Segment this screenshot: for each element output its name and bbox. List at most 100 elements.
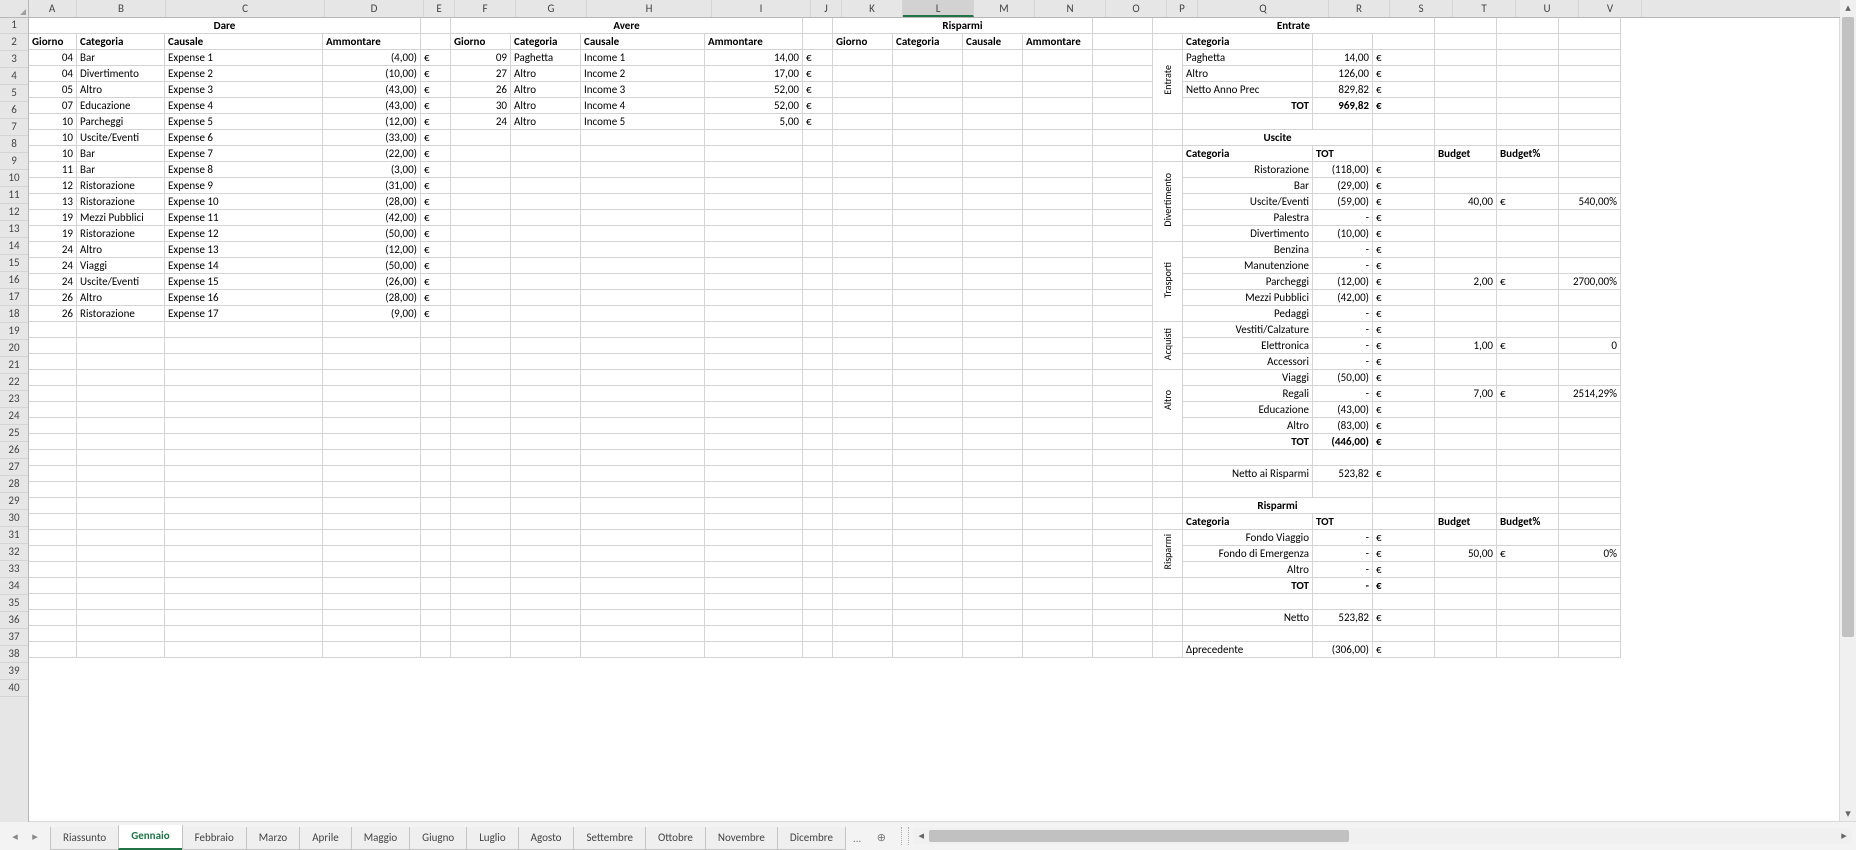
cell-F20[interactable] xyxy=(451,322,511,338)
cell-J36[interactable] xyxy=(803,578,833,594)
cell-N36[interactable] xyxy=(1023,578,1093,594)
cell-Q30[interactable] xyxy=(1183,482,1313,498)
cell-Q27[interactable]: TOT xyxy=(1183,434,1313,450)
cell-L12[interactable] xyxy=(893,194,963,210)
cell-N30[interactable] xyxy=(1023,482,1093,498)
cell-F32[interactable] xyxy=(451,514,511,530)
cell-I4[interactable]: 17,00 xyxy=(705,66,803,82)
cell-F37[interactable] xyxy=(451,594,511,610)
cell-Q40[interactable]: Δprecedente xyxy=(1183,642,1313,658)
col-header-G[interactable]: G xyxy=(516,0,587,17)
cell-G5[interactable]: Altro xyxy=(511,82,581,98)
cell-B35[interactable] xyxy=(77,562,165,578)
cell-H14[interactable] xyxy=(581,226,705,242)
cell-C8[interactable]: Expense 6 xyxy=(165,130,323,146)
cell-E23[interactable] xyxy=(421,370,451,386)
cell-M19[interactable] xyxy=(963,306,1023,322)
cell-B17[interactable]: Uscite/Eventi xyxy=(77,274,165,290)
cell-R29[interactable]: 523,82 xyxy=(1313,466,1373,482)
cell-H25[interactable] xyxy=(581,402,705,418)
cell-A7[interactable]: 10 xyxy=(29,114,77,130)
cell-O40[interactable] xyxy=(1093,642,1153,658)
cell-D21[interactable] xyxy=(323,338,421,354)
cell-N24[interactable] xyxy=(1023,386,1093,402)
cell-D9[interactable]: (22,00) xyxy=(323,146,421,162)
cell-V21[interactable]: 0 xyxy=(1559,338,1621,354)
row-header-8[interactable]: 8 xyxy=(0,136,28,153)
cell-M11[interactable] xyxy=(963,178,1023,194)
cell-S18[interactable]: € xyxy=(1373,290,1435,306)
cell-M20[interactable] xyxy=(963,322,1023,338)
cell-L32[interactable] xyxy=(893,514,963,530)
cell-U37[interactable] xyxy=(1497,594,1559,610)
cell-C15[interactable]: Expense 13 xyxy=(165,242,323,258)
cell-J1[interactable] xyxy=(803,18,833,34)
cell-T40[interactable] xyxy=(1435,642,1497,658)
cell-S33[interactable]: € xyxy=(1373,530,1435,546)
col-header-T[interactable]: T xyxy=(1453,0,1516,17)
cell-I7[interactable]: 5,00 xyxy=(705,114,803,130)
cell-E10[interactable]: € xyxy=(421,162,451,178)
cell-F31[interactable] xyxy=(451,498,511,514)
col-header-I[interactable]: I xyxy=(712,0,811,17)
cell-V19[interactable] xyxy=(1559,306,1621,322)
col-header-O[interactable]: O xyxy=(1106,0,1167,17)
cell-D30[interactable] xyxy=(323,482,421,498)
cell-C5[interactable]: Expense 3 xyxy=(165,82,323,98)
cell-R25[interactable]: (43,00) xyxy=(1313,402,1373,418)
cell-U2[interactable] xyxy=(1497,34,1559,50)
cell-T20[interactable] xyxy=(1435,322,1497,338)
cell-E33[interactable] xyxy=(421,530,451,546)
row-header-17[interactable]: 17 xyxy=(0,289,28,306)
cell-B33[interactable] xyxy=(77,530,165,546)
cell-U17[interactable]: € xyxy=(1497,274,1559,290)
sheet-tab-agosto[interactable]: Agosto xyxy=(518,827,575,850)
cell-H5[interactable]: Income 3 xyxy=(581,82,705,98)
cell-G11[interactable] xyxy=(511,178,581,194)
cell-V17[interactable]: 2700,00% xyxy=(1559,274,1621,290)
cell-F9[interactable] xyxy=(451,146,511,162)
cell-F7[interactable]: 24 xyxy=(451,114,511,130)
cell-D25[interactable] xyxy=(323,402,421,418)
row-header-24[interactable]: 24 xyxy=(0,408,28,425)
cell-V9[interactable] xyxy=(1559,146,1621,162)
cell-H15[interactable] xyxy=(581,242,705,258)
cell-K39[interactable] xyxy=(833,626,893,642)
cell-P36[interactable] xyxy=(1153,578,1183,594)
cell-G26[interactable] xyxy=(511,418,581,434)
cell-U29[interactable] xyxy=(1497,466,1559,482)
cell-R24[interactable]: - xyxy=(1313,386,1373,402)
cell-G8[interactable] xyxy=(511,130,581,146)
cell-Q2[interactable]: Categoria xyxy=(1183,34,1313,50)
cell-O27[interactable] xyxy=(1093,434,1153,450)
cell-L8[interactable] xyxy=(893,130,963,146)
cell-S3[interactable]: € xyxy=(1373,50,1435,66)
row-header-4[interactable]: 4 xyxy=(0,68,28,85)
cell-S32[interactable] xyxy=(1373,514,1435,530)
cell-O29[interactable] xyxy=(1093,466,1153,482)
cell-N35[interactable] xyxy=(1023,562,1093,578)
cell-I16[interactable] xyxy=(705,258,803,274)
cell-S38[interactable]: € xyxy=(1373,610,1435,626)
cell-J7[interactable]: € xyxy=(803,114,833,130)
cell-R15[interactable]: - xyxy=(1313,242,1373,258)
cell-B30[interactable] xyxy=(77,482,165,498)
cell-M17[interactable] xyxy=(963,274,1023,290)
cell-U31[interactable] xyxy=(1497,498,1559,514)
cell-R18[interactable]: (42,00) xyxy=(1313,290,1373,306)
cell-K3[interactable] xyxy=(833,50,893,66)
cell-J26[interactable] xyxy=(803,418,833,434)
cell-K15[interactable] xyxy=(833,242,893,258)
scroll-right-icon[interactable]: ▸ xyxy=(1836,828,1852,844)
cell-M13[interactable] xyxy=(963,210,1023,226)
cell-U22[interactable] xyxy=(1497,354,1559,370)
cell-U15[interactable] xyxy=(1497,242,1559,258)
cell-E22[interactable] xyxy=(421,354,451,370)
cell-F21[interactable] xyxy=(451,338,511,354)
cell-J27[interactable] xyxy=(803,434,833,450)
cell-M28[interactable] xyxy=(963,450,1023,466)
cell-A17[interactable]: 24 xyxy=(29,274,77,290)
cell-J32[interactable] xyxy=(803,514,833,530)
cell-N2[interactable]: Ammontare xyxy=(1023,34,1093,50)
cell-B21[interactable] xyxy=(77,338,165,354)
